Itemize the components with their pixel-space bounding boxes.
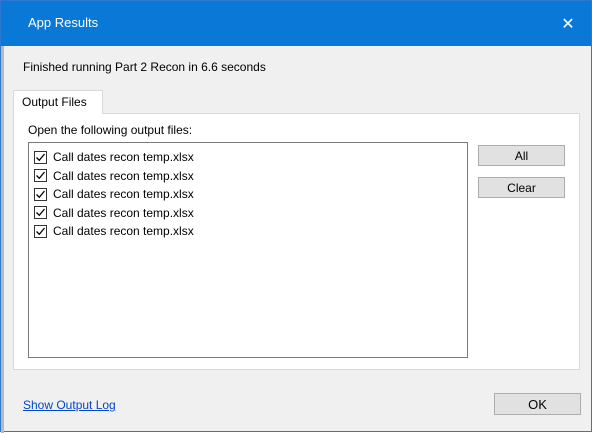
file-checkbox[interactable] xyxy=(34,169,47,183)
show-output-log-link[interactable]: Show Output Log xyxy=(23,398,116,412)
title-bar[interactable]: App Results ✕ xyxy=(1,1,591,46)
window-title: App Results xyxy=(28,15,99,30)
file-checkbox[interactable] xyxy=(34,187,47,201)
file-label: Call dates recon temp.xlsx xyxy=(53,168,194,183)
file-label: Call dates recon temp.xlsx xyxy=(53,224,194,239)
close-icon: ✕ xyxy=(561,15,575,33)
checkmark-icon xyxy=(36,153,46,162)
ok-button[interactable]: OK xyxy=(494,393,581,415)
list-item[interactable]: Call dates recon temp.xlsx xyxy=(29,185,467,204)
checkmark-icon xyxy=(36,227,46,236)
output-file-list[interactable]: Call dates recon temp.xlsx Call dates re… xyxy=(28,142,468,358)
checkmark-icon xyxy=(36,208,46,217)
file-label: Call dates recon temp.xlsx xyxy=(53,187,194,202)
checkmark-icon xyxy=(36,190,46,199)
list-item[interactable]: Call dates recon temp.xlsx xyxy=(29,222,467,241)
file-checkbox[interactable] xyxy=(34,206,47,220)
select-all-button[interactable]: All xyxy=(478,145,565,166)
list-item[interactable]: Call dates recon temp.xlsx xyxy=(29,148,467,167)
status-message: Finished running Part 2 Recon in 6.6 sec… xyxy=(23,60,266,74)
tab-output-files[interactable]: Output Files xyxy=(13,90,103,114)
checkmark-icon xyxy=(36,171,46,180)
app-results-dialog: App Results ✕ Finished running Part 2 Re… xyxy=(0,0,592,433)
window-edge xyxy=(1,1,4,433)
list-item[interactable]: Call dates recon temp.xlsx xyxy=(29,204,467,223)
file-checkbox[interactable] xyxy=(34,224,47,238)
close-button[interactable]: ✕ xyxy=(545,1,591,46)
clear-button[interactable]: Clear xyxy=(478,177,565,198)
output-files-panel: Open the following output files: Call da… xyxy=(13,113,580,370)
file-label: Call dates recon temp.xlsx xyxy=(53,150,194,165)
file-checkbox[interactable] xyxy=(34,150,47,164)
output-files-prompt: Open the following output files: xyxy=(28,123,193,137)
file-label: Call dates recon temp.xlsx xyxy=(53,205,194,220)
list-item[interactable]: Call dates recon temp.xlsx xyxy=(29,167,467,186)
